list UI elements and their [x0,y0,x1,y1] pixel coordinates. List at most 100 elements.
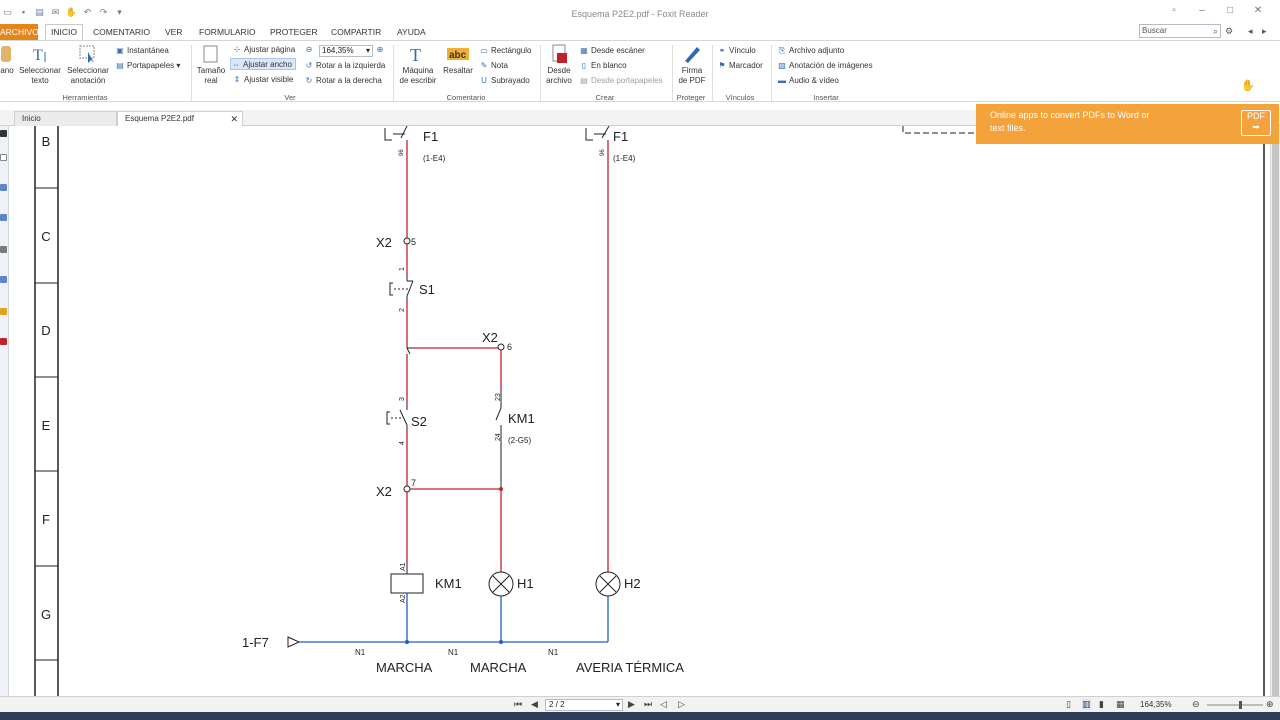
status-zoom-in-icon[interactable]: ⊕ [1266,699,1274,710]
single-page-icon[interactable]: ▯ [1066,699,1071,710]
s2-pushbutton-symbol [386,405,408,430]
image-annotation-button[interactable]: ▨ Anotación de imágenes [777,60,872,72]
km1-contact-label: KM1 [508,411,535,426]
back-icon[interactable]: ◂ [1248,26,1253,37]
layers-icon[interactable] [0,246,7,253]
tab-ayuda[interactable]: AYUDA [397,24,426,40]
page-number-input[interactable]: 2 / 2 ▾ [545,699,623,711]
status-zoom-level: 164,35% [1140,700,1172,709]
continuous-facing-icon[interactable]: ▦ [1116,699,1125,710]
from-clipboard-button[interactable]: ▤ Desde portapapeles [579,75,662,87]
security-icon[interactable] [0,308,7,315]
restore-icon[interactable]: ▫ [1160,5,1188,16]
last-page-icon[interactable]: ⏭ [644,699,652,710]
tab-esquema-pdf[interactable]: Esquema P2E2.pdf ✕ [117,111,243,126]
rectangle-button[interactable]: ▭ Rectángulo [479,45,531,57]
clipboard-button[interactable]: ▤ Portapapeles ▾ [115,60,180,72]
vertical-scrollbar[interactable] [1270,126,1280,696]
zoom-in-icon[interactable]: ⊕ [375,44,387,56]
from-scanner-button[interactable]: ▦ Desde escáner [579,45,645,57]
bookmark-panel-icon[interactable] [0,184,7,191]
search-input[interactable]: Buscar ⌕ [1139,24,1221,38]
neutral-label: N1 [548,648,559,657]
tab-comentario[interactable]: COMENTARIO [93,24,150,40]
blank-button[interactable]: ▯ En blanco [579,60,627,72]
terminal-label: 1 [399,267,406,271]
next-page-icon[interactable]: ▶ [628,699,635,710]
pdf-convert-icon[interactable]: PDF ➥ [1241,110,1271,136]
tab-formulario[interactable]: FORMULARIO [199,24,256,40]
terminal-label: 96 [600,149,606,156]
pages-panel-icon[interactable] [0,214,7,221]
promo-banner[interactable]: Online apps to convert PDFs to Word or t… [976,104,1279,144]
continuous-page-icon[interactable]: ▥ [1082,699,1091,710]
search-icon[interactable]: ⌕ [1213,25,1218,37]
tab-inicio-doc[interactable]: Inicio [14,111,117,126]
settings-icon[interactable]: ⚙ [1225,26,1233,37]
previous-page-icon[interactable]: ◀ [531,699,538,710]
snapshot-button[interactable]: ▣ Instantánea [115,45,169,57]
hand-button[interactable]: ano [0,44,14,76]
zoom-out-icon[interactable]: ⊖ [304,44,316,56]
tab-ver[interactable]: VER [165,24,182,40]
f1-ref: (1-E4) [423,154,446,163]
typewriter-icon: T [410,45,421,64]
f1-label-2: F1 [613,129,628,144]
close-icon[interactable]: ✕ [1244,5,1272,16]
status-zoom-out-icon[interactable]: ⊖ [1192,699,1200,710]
underline-button[interactable]: U Subrayado [479,75,530,87]
camera-icon: ▣ [116,46,124,55]
zoom-slider-thumb[interactable] [1239,701,1242,709]
comments-icon[interactable] [0,276,7,283]
actual-size-button[interactable]: Tamaño real [194,44,228,86]
select-annotation-button[interactable]: Seleccionar anotación [66,44,110,86]
typewriter-button[interactable]: T Máquina de escribir [396,44,440,86]
divider [712,45,713,101]
previous-view-icon[interactable]: ◁ [660,699,667,710]
attachment-button[interactable]: ⎘ Archivo adjunto [777,45,844,57]
zoom-input[interactable]: 164,35% ▾ [319,45,373,57]
actual-size-icon [203,45,218,63]
note-button[interactable]: ✎ Nota [479,60,508,72]
window-controls: ▫ – □ ✕ [1160,5,1272,16]
fit-page-button[interactable]: ⊹ Ajustar página [232,44,296,56]
pdf-sign-button[interactable]: Firma de PDF [675,44,709,86]
document-view[interactable]: B C D E F G F1 (1-E4) 96 X2 5 1 S1 2 X2 … [10,126,1270,696]
tab-archivo[interactable]: ARCHIVO [0,24,39,40]
next-view-icon[interactable]: ▷ [678,699,685,710]
zoom-dropdown-icon[interactable]: ▾ [366,46,370,56]
terminal-label: 4 [399,441,406,445]
signature-icon[interactable] [0,338,7,345]
fit-width-button[interactable]: ⇔ Ajustar ancho [230,58,296,70]
fit-visible-button[interactable]: ⇕ Ajustar visible [232,74,294,86]
tab-inicio[interactable]: INICIO [45,24,83,40]
tab-proteger[interactable]: PROTEGER [270,24,318,40]
zoom-slider[interactable] [1205,701,1265,709]
first-page-icon[interactable]: ⏮ [514,699,522,710]
from-file-button[interactable]: Desde archivo [543,44,575,86]
underline-icon: U [481,76,487,85]
minimize-icon[interactable]: – [1188,5,1216,16]
rotate-right-button[interactable]: ↻ Rotar a la derecha [304,75,382,87]
scrollbar-thumb[interactable] [1272,136,1279,696]
link-button[interactable]: ⚭ Vínculo [717,45,756,57]
group-label-vinculos: Vínculos [725,93,755,102]
bookmark-button[interactable]: ⚑ Marcador [717,60,762,72]
rotate-left-icon: ↺ [305,61,313,70]
rectangle-icon: ▭ [480,46,488,55]
collapse-arrow-icon[interactable] [0,130,7,137]
page-dropdown-icon[interactable]: ▾ [616,700,620,710]
page-icon[interactable] [0,154,7,161]
group-label-herramientas: Herramientas [62,93,108,102]
facing-page-icon[interactable]: ▮ [1099,699,1104,710]
maximize-icon[interactable]: □ [1216,5,1244,16]
select-text-button[interactable]: T Seleccionar texto [18,44,62,86]
close-tab-icon[interactable]: ✕ [230,112,238,126]
row-label: E [42,418,51,433]
rotate-left-button[interactable]: ↺ Rotar a la izquierda [304,60,386,72]
forward-icon[interactable]: ▸ [1262,26,1267,37]
audio-video-button[interactable]: ▬ Audio & vídeo [777,75,839,87]
promo-text-line1: Online apps to convert PDFs to Word or [990,110,1150,120]
highlight-button[interactable]: abc Resaltar [442,44,474,76]
tab-compartir[interactable]: COMPARTIR [331,24,381,40]
